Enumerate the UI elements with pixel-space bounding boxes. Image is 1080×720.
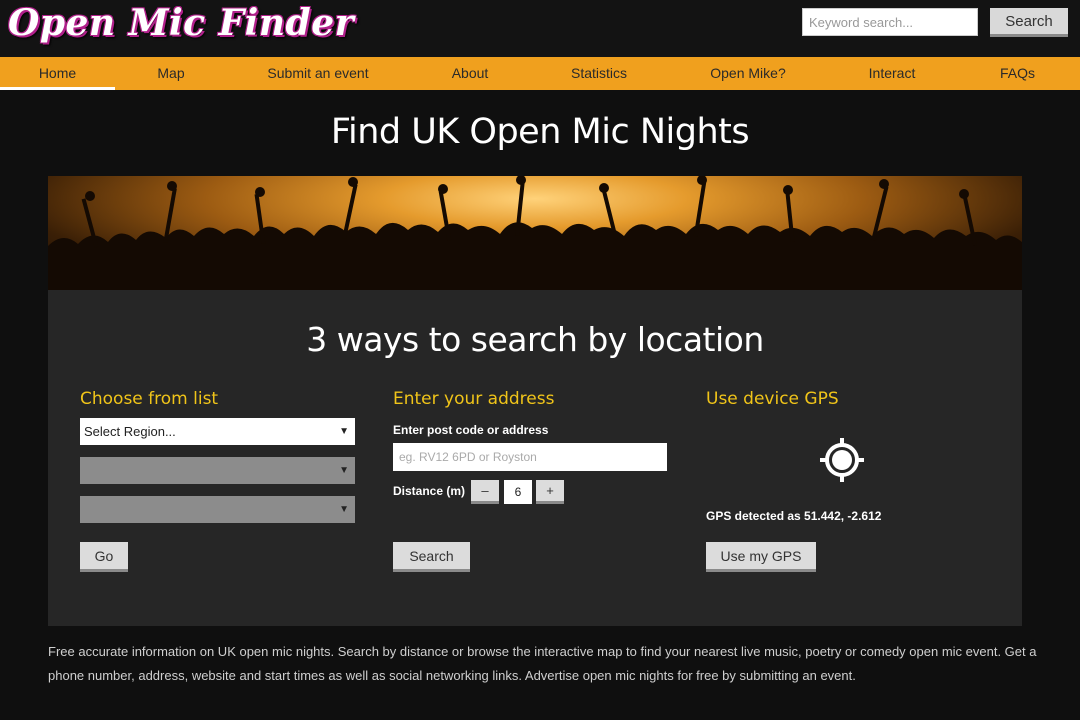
nav-home[interactable]: Home: [0, 57, 115, 90]
concert-crowd-banner: [48, 176, 1022, 290]
address-input[interactable]: [393, 443, 667, 471]
address-label: Enter post code or address: [393, 423, 549, 437]
keyword-search-button[interactable]: Search: [990, 8, 1068, 37]
address-search-button[interactable]: Search: [393, 542, 470, 572]
gps-detected-text: GPS detected as 51.442, -2.612: [706, 509, 882, 523]
location-search-panel: 3 ways to search by location Choose from…: [48, 290, 1022, 626]
county-select[interactable]: ▼: [80, 457, 355, 484]
nav-map[interactable]: Map: [115, 57, 227, 90]
nav-open-mike[interactable]: Open Mike?: [667, 57, 829, 90]
nav-statistics[interactable]: Statistics: [531, 57, 667, 90]
chevron-down-icon: ▼: [339, 426, 349, 437]
enter-address-heading: Enter your address: [393, 389, 555, 409]
gps-crosshair-icon: [820, 438, 864, 482]
distance-value[interactable]: 6: [504, 480, 532, 504]
site-description: Free accurate information on UK open mic…: [48, 644, 1037, 683]
nav-interact[interactable]: Interact: [829, 57, 955, 90]
chevron-down-icon: ▼: [339, 465, 349, 476]
page-title: Find UK Open Mic Nights: [330, 112, 750, 152]
go-button[interactable]: Go: [80, 542, 128, 572]
distance-increase-button[interactable]: +: [536, 480, 564, 504]
distance-label: Distance (m): [393, 484, 466, 498]
main-nav: Home Map Submit an event About Statistic…: [0, 57, 1080, 90]
distance-decrease-button[interactable]: –: [471, 480, 499, 504]
chevron-down-icon: ▼: [339, 504, 349, 515]
region-select[interactable]: Select Region... ▼: [80, 418, 355, 445]
nav-about[interactable]: About: [409, 57, 531, 90]
nav-submit-event[interactable]: Submit an event: [227, 57, 409, 90]
town-select[interactable]: ▼: [80, 496, 355, 523]
panel-title: 3 ways to search by location: [306, 320, 764, 359]
crowd-silhouette: [48, 176, 1022, 290]
keyword-search-input[interactable]: [802, 8, 978, 36]
nav-faqs[interactable]: FAQs: [955, 57, 1080, 90]
device-gps-heading: Use device GPS: [706, 389, 839, 409]
choose-from-list-heading: Choose from list: [80, 389, 219, 409]
site-logo[interactable]: Open Mic Finder: [8, 2, 354, 44]
header: Open Mic Finder Search: [0, 0, 1080, 57]
region-select-value: Select Region...: [84, 424, 176, 439]
use-my-gps-button[interactable]: Use my GPS: [706, 542, 816, 572]
